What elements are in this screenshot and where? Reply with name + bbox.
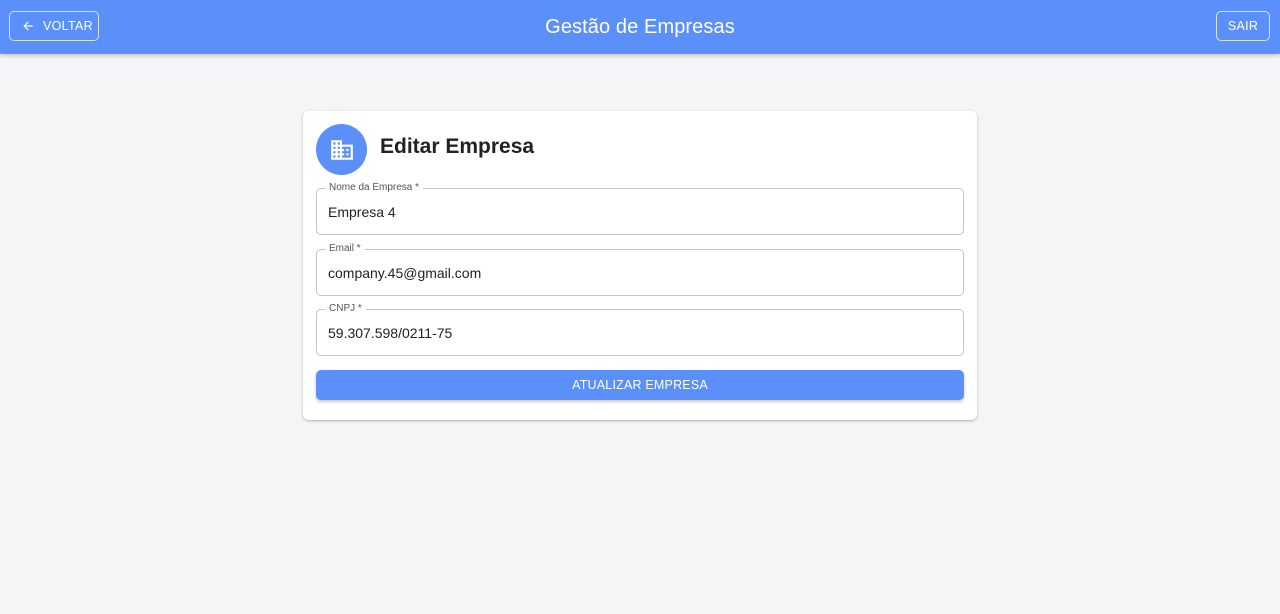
- email-field: Email *: [316, 242, 964, 296]
- email-input[interactable]: [328, 250, 948, 295]
- company-avatar: [316, 124, 367, 175]
- form-title: Editar Empresa: [380, 135, 535, 158]
- cnpj-field: CNPJ *: [316, 302, 964, 356]
- company-name-input[interactable]: [328, 189, 948, 234]
- page-title: Gestão de Empresas: [545, 16, 735, 38]
- building-icon: [330, 139, 353, 160]
- app-bar: VOLTAR Gestão de Empresas SAIR: [0, 0, 1280, 54]
- logout-button[interactable]: SAIR: [1216, 11, 1270, 41]
- update-company-button[interactable]: ATUALIZAR EMPRESA: [316, 370, 964, 400]
- edit-company-card: Editar Empresa Nome da Empresa * Email *…: [303, 111, 977, 420]
- cnpj-input[interactable]: [328, 310, 948, 355]
- company-name-field: Nome da Empresa *: [316, 181, 964, 235]
